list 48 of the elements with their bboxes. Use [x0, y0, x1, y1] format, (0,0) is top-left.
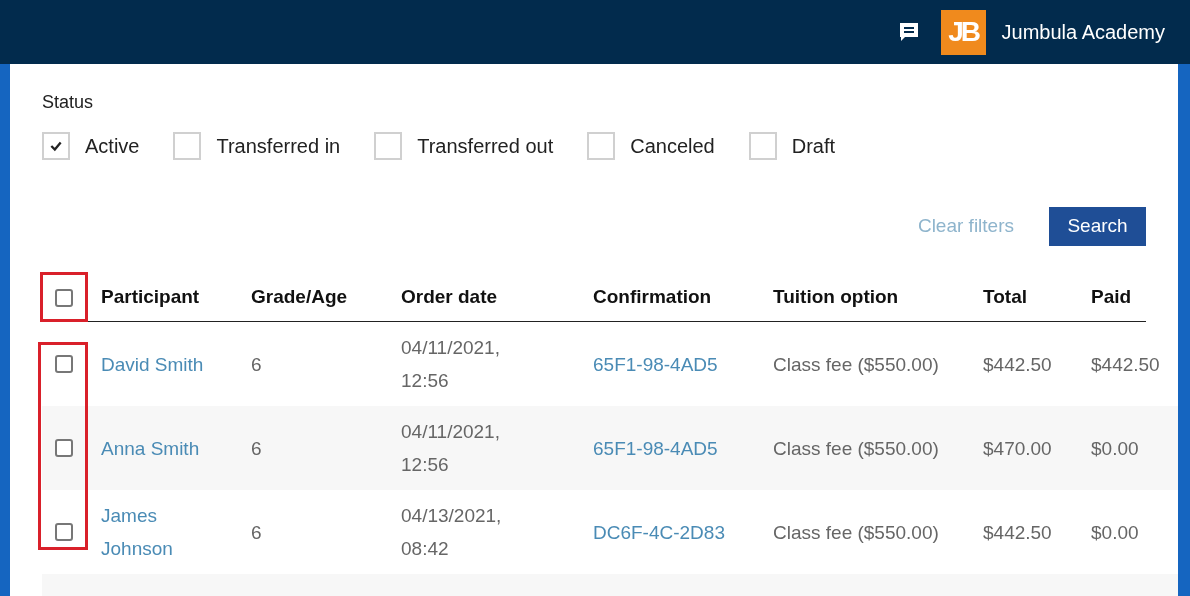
status-checkbox[interactable] — [374, 132, 403, 160]
table-cell-text: $442.50 — [983, 352, 1053, 377]
status-checkbox[interactable] — [42, 132, 70, 160]
column-header: Order date — [401, 285, 499, 310]
row-checkbox[interactable] — [55, 523, 73, 541]
organization-name: Jumbula Academy — [1001, 20, 1165, 45]
table-cell-text: $470.00 — [983, 436, 1053, 461]
table-cell-text: 04/11/2021, 12:56 — [401, 420, 501, 477]
table-cell-text: Class fee ($550.00) — [773, 352, 940, 377]
status-option-label[interactable]: Active — [85, 131, 140, 161]
select-all-checkbox[interactable] — [55, 288, 73, 307]
column-header: Grade/Age — [251, 285, 349, 310]
row-checkbox[interactable] — [55, 439, 73, 457]
row-checkbox[interactable] — [55, 355, 73, 373]
table-cell-text: $442.50 — [1091, 352, 1161, 377]
status-checkbox[interactable] — [173, 132, 202, 160]
column-header: Total — [983, 285, 1028, 310]
table-cell-text: Class fee ($550.00) — [773, 436, 940, 461]
status-option-label[interactable]: Transferred out — [417, 131, 554, 161]
table-cell-text: $0.00 — [1091, 520, 1140, 545]
status-option-label[interactable]: Draft — [791, 131, 836, 161]
table-cell-text: $0.00 — [1091, 436, 1140, 461]
check-icon — [49, 139, 63, 153]
column-header: Tuition option — [773, 285, 900, 310]
table-cell-text: $442.50 — [983, 520, 1053, 545]
table-cell-text: Class fee ($550.00) — [773, 520, 940, 545]
column-header: Participant — [101, 285, 201, 310]
table-cell-text: 04/13/2021, 08:42 — [401, 504, 503, 561]
status-option-label[interactable]: Transferred in — [216, 131, 341, 161]
table-cell-text: 6 — [251, 352, 263, 377]
confirmation-link[interactable]: DC6F-4C-2D83 — [593, 515, 773, 549]
column-header: Confirmation — [593, 285, 713, 310]
participant-link[interactable]: David Smith — [101, 347, 251, 381]
table-cell-text: 6 — [251, 520, 263, 545]
status-checkbox[interactable] — [587, 132, 616, 160]
table-cell-text: 04/11/2021, 12:56 — [401, 336, 501, 393]
status-option-label[interactable]: Canceled — [630, 131, 715, 161]
participant-link[interactable]: James Johnson — [101, 499, 251, 565]
logo: JB — [940, 9, 986, 55]
filter-label: Status — [42, 91, 95, 114]
status-checkbox[interactable] — [748, 132, 777, 160]
confirmation-link[interactable]: 65F1-98-4AD5 — [593, 347, 773, 381]
column-header: Paid — [1091, 285, 1133, 310]
table-cell-text: 6 — [251, 436, 263, 461]
search-button[interactable]: Search — [1049, 207, 1146, 246]
participant-link[interactable]: Anna Smith — [101, 431, 251, 465]
confirmation-link[interactable]: 65F1-98-4AD5 — [593, 431, 773, 465]
clear-filters-link[interactable]: Clear filters — [917, 212, 1014, 241]
